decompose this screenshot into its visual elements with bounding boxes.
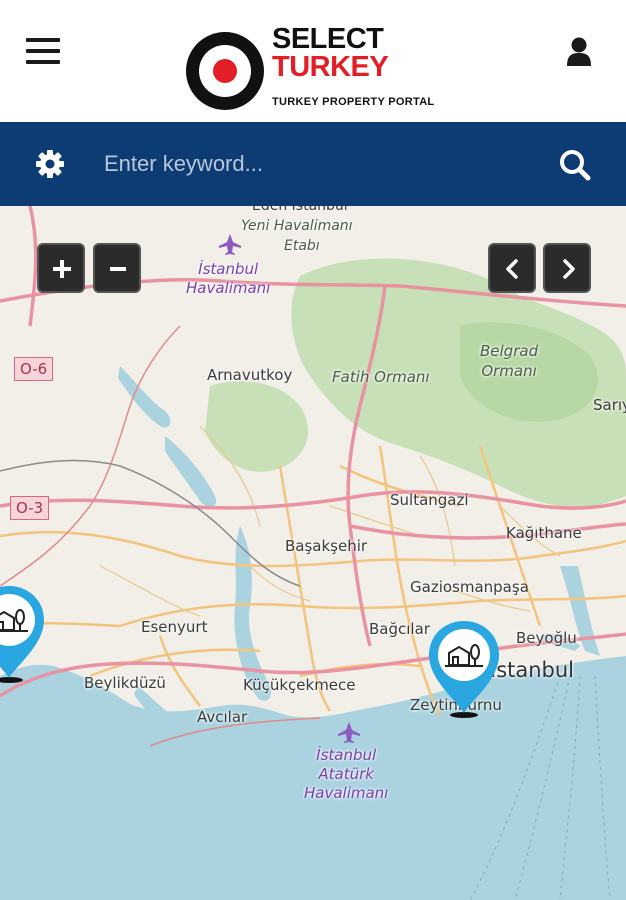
plus-icon xyxy=(53,260,71,278)
map-label: Eden İstanbul xyxy=(252,206,348,214)
map-label: Esenyurt xyxy=(141,618,208,636)
select-turkey-logo[interactable]: SELECT TURKEY TURKEY PROPERTY PORTAL xyxy=(186,24,446,114)
map-label: Fatih Ormanı xyxy=(332,368,430,386)
map-label-city: İstanbul xyxy=(490,658,575,682)
chevron-right-icon xyxy=(563,259,575,279)
map-label: Belgrad Ormanı xyxy=(480,342,539,380)
property-map[interactable]: Eden İstanbul Yeni Havalimanı Etabı İsta… xyxy=(0,206,626,900)
map-label: Başakşehir xyxy=(285,537,368,555)
property-marker[interactable] xyxy=(0,584,46,686)
search-icon[interactable] xyxy=(558,148,592,182)
map-label-airport: İstanbul Havalimanı xyxy=(186,260,271,297)
map-label: Bağcılar xyxy=(369,620,430,638)
gear-icon[interactable] xyxy=(35,149,65,179)
road-shield-o3: O-3 xyxy=(10,496,50,520)
map-label: Yeni Havalimanı xyxy=(241,218,353,234)
minus-icon xyxy=(110,267,126,271)
map-label-airport: İstanbul Atatürk Havalimanı xyxy=(304,746,389,802)
map-label: Gaziosmanpaşa xyxy=(410,578,529,596)
map-label: Beyoğlu xyxy=(516,629,577,647)
property-marker[interactable] xyxy=(427,619,501,721)
logo-target-mark xyxy=(186,32,264,110)
zoom-in-button[interactable] xyxy=(37,243,85,293)
next-button[interactable] xyxy=(543,243,591,293)
search-bar xyxy=(0,122,626,206)
map-label: Sultangazi xyxy=(390,491,469,509)
map-label: Beylikdüzü xyxy=(84,674,166,692)
map-label: Etabı xyxy=(284,238,320,254)
logo-tagline: TURKEY PROPERTY PORTAL xyxy=(272,96,435,108)
map-label: Arnavutkoy xyxy=(207,366,293,384)
map-label: Kağıthane xyxy=(506,524,582,542)
search-input[interactable] xyxy=(90,142,530,186)
logo-text-select: SELECT xyxy=(272,23,384,55)
user-icon[interactable] xyxy=(565,36,593,66)
app-header: SELECT TURKEY TURKEY PROPERTY PORTAL xyxy=(0,0,626,122)
chevron-left-icon xyxy=(506,259,518,279)
road-shield-o6: O-6 xyxy=(14,357,54,381)
map-label: Küçükçekmece xyxy=(243,676,356,694)
map-label: Avcılar xyxy=(197,708,248,726)
logo-text-turkey: TURKEY xyxy=(272,51,389,83)
map-label: Sarıy xyxy=(593,396,626,414)
zoom-out-button[interactable] xyxy=(93,243,141,293)
hamburger-menu-icon[interactable] xyxy=(26,38,60,66)
previous-button[interactable] xyxy=(488,243,536,293)
